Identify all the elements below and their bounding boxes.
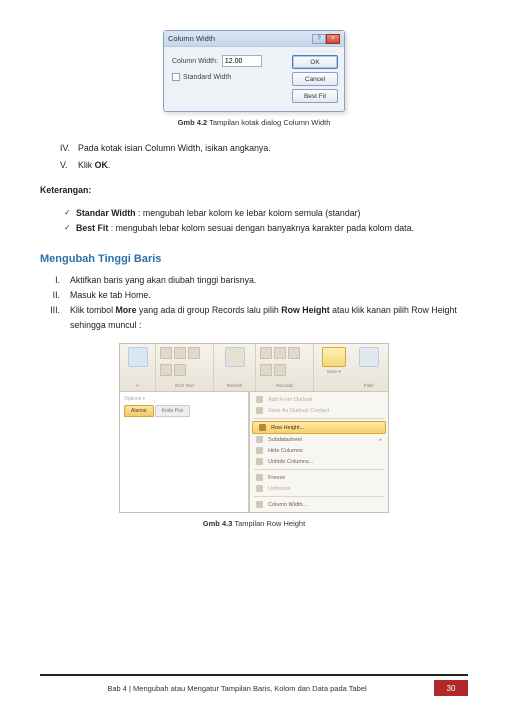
figure-column-width-dialog: Column Width ? × Column Width: Standard … (40, 30, 468, 112)
help-icon[interactable]: ? (312, 34, 326, 44)
menu-row-height[interactable]: Row Height... (252, 421, 386, 434)
ok-button[interactable]: OK (292, 55, 338, 69)
page-footer: Bab 4 | Mengubah atau Mengatur Tampilan … (40, 674, 468, 696)
group-records: Records (260, 383, 309, 388)
heading-mengubah-tinggi-baris: Mengubah Tinggi Baris (40, 250, 468, 269)
keterangan-heading: Keterangan: (40, 183, 468, 198)
roman-iii: III.Klik tombol More yang ada di group R… (44, 303, 468, 333)
tab-alamat[interactable]: Alamat (124, 405, 154, 417)
menu-hide-columns[interactable]: Hide Columns (250, 445, 388, 456)
bestfit-button[interactable]: Best Fit (292, 89, 338, 103)
dialog-titlebar: Column Width ? × (164, 31, 344, 47)
menu-unfreeze: Unfreeze (250, 483, 388, 494)
menu-add-outlook: Add From Outlook (250, 394, 388, 405)
note-standar-width: Standar Width : mengubah lebar kolom ke … (64, 206, 468, 221)
tab-kodepos[interactable]: Kode Pos (155, 405, 191, 417)
more-menu: Add From Outlook Save As Outlook Contact… (249, 392, 388, 512)
dialog-column-width: Column Width ? × Column Width: Standard … (163, 30, 345, 112)
caption-4-3: Gmb 4.3 Tampilan Row Height (40, 519, 468, 528)
dialog-title: Column Width (168, 34, 312, 43)
caption-4-2: Gmb 4.2 Tampilan kotak dialog Column Wid… (40, 118, 468, 127)
menu-column-width[interactable]: Column Width... (250, 499, 388, 510)
standard-width-label: Standard Width (183, 74, 231, 81)
roman-i: I.Aktifkan baris yang akan diubah tinggi… (44, 273, 468, 288)
column-width-input[interactable] (222, 55, 262, 67)
standard-width-checkbox[interactable] (172, 73, 180, 81)
figure-row-height-ribbon: A Rich Text Refresh Records More ▾ (40, 343, 468, 513)
filter-icon[interactable] (359, 347, 379, 367)
group-richtext: Rich Text (160, 383, 209, 388)
menu-subdatasheet[interactable]: Subdatasheet▸ (250, 434, 388, 445)
cancel-button[interactable]: Cancel (292, 72, 338, 86)
column-width-label: Column Width: (172, 58, 218, 65)
note-best-fit: Best Fit : mengubah lebar kolom sesuai d… (64, 221, 468, 236)
menu-unhide-columns[interactable]: Unhide Columns... (250, 456, 388, 467)
page-number: 30 (434, 680, 468, 696)
paste-icon[interactable] (128, 347, 148, 367)
step-v: V.Klik OK. (60, 158, 468, 173)
roman-ii: II.Masuk ke tab Home. (44, 288, 468, 303)
step-iv: IV.Pada kotak isian Column Width, isikan… (60, 141, 468, 156)
menu-save-outlook: Save As Outlook Contact (250, 405, 388, 416)
more-button[interactable] (322, 347, 346, 367)
close-icon[interactable]: × (326, 34, 340, 44)
menu-freeze[interactable]: Freeze (250, 472, 388, 483)
footer-text: Bab 4 | Mengubah atau Mengatur Tampilan … (40, 684, 434, 693)
refresh-icon[interactable] (225, 347, 245, 367)
